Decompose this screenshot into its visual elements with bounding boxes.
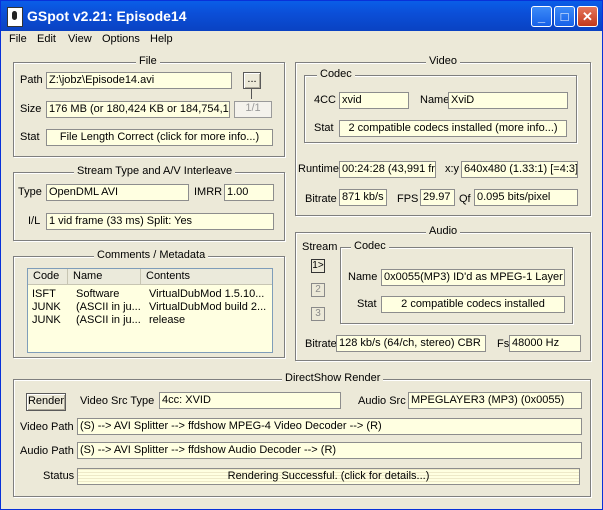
directshow-group-title: DirectShow Render xyxy=(282,372,384,384)
row-2-name[interactable]: (ASCII in ju... xyxy=(76,301,140,313)
runtime-field[interactable]: 00:24:28 (43,991 fr) xyxy=(339,161,436,178)
audio-stream-label: Stream xyxy=(302,241,338,253)
audio-stat-field[interactable]: 2 compatible codecs installed xyxy=(381,296,565,313)
xy-field[interactable]: 640x480 (1.33:1) [=4:3] xyxy=(461,161,578,178)
path-field[interactable]: Z:\jobz\Episode14.avi xyxy=(46,72,232,89)
size-label: Size xyxy=(20,103,42,115)
row-2-code[interactable]: JUNK xyxy=(32,301,66,313)
menu-view[interactable]: View xyxy=(68,33,92,45)
size-counter[interactable]: 1/1 xyxy=(234,101,272,118)
video-codec-group: Codec 4CC xvid Name XviD Stat 2 compatib… xyxy=(304,68,577,143)
row-1-name[interactable]: Software xyxy=(76,288,140,300)
maximize-button[interactable]: □ xyxy=(554,6,575,27)
qf-field[interactable]: 0.095 bits/pixel xyxy=(474,189,578,206)
minimize-button[interactable]: _ xyxy=(531,6,552,27)
type-label: Type xyxy=(18,186,42,198)
video-stat-field[interactable]: 2 compatible codecs installed (more info… xyxy=(339,120,567,137)
xy-label: x:y xyxy=(445,163,460,175)
fps-field[interactable]: 29.97 xyxy=(420,189,455,206)
runtime-label: Runtime xyxy=(298,163,339,175)
audio-path-field[interactable]: (S) --> AVI Splitter --> ffdshow Audio D… xyxy=(77,442,582,459)
audio-name-field[interactable]: 0x0055(MP3) ID'd as MPEG-1 Layer 3 xyxy=(381,269,565,286)
stream-group-title: Stream Type and A/V Interleave xyxy=(74,165,236,177)
menu-edit[interactable]: Edit xyxy=(37,33,56,45)
imrr-field[interactable]: 1.00 xyxy=(224,184,274,201)
il-field[interactable]: 1 vid frame (33 ms) Split: Yes xyxy=(46,213,274,230)
path-label: Path xyxy=(20,74,43,86)
directshow-group: DirectShow Render Render Video Src Type … xyxy=(13,372,591,497)
menu-bar: File Edit View Options Help xyxy=(1,31,602,49)
video-group: Video Codec 4CC xvid Name XviD Stat 2 co… xyxy=(295,55,591,216)
fourcc-label: 4CC xyxy=(314,94,337,106)
row-2-contents[interactable]: VirtualDubMod build 2... xyxy=(149,301,272,313)
audio-stat-label: Stat xyxy=(357,298,377,310)
video-src-type-field[interactable]: 4cc: XVID xyxy=(159,392,341,409)
metadata-list[interactable]: Code Name Contents ISFT Software Virtual… xyxy=(27,268,273,353)
row-3-contents[interactable]: release xyxy=(149,314,272,326)
audio-stream-3-button[interactable]: 3 xyxy=(311,307,325,321)
audio-src-field[interactable]: MPEGLAYER3 (MP3) (0x0055) xyxy=(408,392,582,409)
audio-path-label: Audio Path xyxy=(20,445,74,457)
row-3-code[interactable]: JUNK xyxy=(32,314,66,326)
audio-codec-title: Codec xyxy=(351,240,389,252)
audio-group-title: Audio xyxy=(426,225,461,237)
title-bar[interactable]: GSpot v2.21: Episode14 _ □ ✕ xyxy=(1,1,602,31)
stat-label: Stat xyxy=(20,131,40,143)
fourcc-field[interactable]: xvid xyxy=(339,92,409,109)
column-header-contents[interactable]: Contents xyxy=(141,269,272,285)
video-name-label: Name xyxy=(420,94,450,106)
row-3-name[interactable]: (ASCII in ju... xyxy=(76,314,140,326)
comments-group-title: Comments / Metadata xyxy=(94,249,209,261)
column-header-name[interactable]: Name xyxy=(68,269,141,285)
il-label: I/L xyxy=(28,215,41,227)
status-label: Status xyxy=(43,470,75,482)
fs-label: Fs xyxy=(497,338,510,350)
size-field[interactable]: 176 MB (or 180,424 KB or 184,754,1 xyxy=(46,101,230,118)
audio-codec-group: Codec Name 0x0055(MP3) ID'd as MPEG-1 La… xyxy=(340,240,573,324)
audio-src-label: Audio Src xyxy=(358,395,406,407)
file-stat-field[interactable]: File Length Correct (click for more info… xyxy=(46,129,273,146)
app-icon[interactable] xyxy=(7,7,23,27)
menu-file[interactable]: File xyxy=(9,33,27,45)
audio-stream-1-button[interactable]: 1> xyxy=(311,259,325,273)
menu-options[interactable]: Options xyxy=(102,33,140,45)
fs-field[interactable]: 48000 Hz xyxy=(509,335,581,352)
video-bitrate-field[interactable]: 871 kb/s xyxy=(339,189,387,206)
audio-group: Audio Stream 1> 2 3 Codec Name 0x0055(MP… xyxy=(295,225,591,361)
type-field[interactable]: OpenDML AVI xyxy=(46,184,189,201)
row-1-contents[interactable]: VirtualDubMod 1.5.10... xyxy=(149,288,272,300)
video-path-field[interactable]: (S) --> AVI Splitter --> ffdshow MPEG-4 … xyxy=(77,418,582,435)
video-codec-title: Codec xyxy=(317,68,355,80)
render-button[interactable]: Render xyxy=(26,393,66,411)
window-title: GSpot v2.21: Episode14 xyxy=(27,8,187,24)
gspot-window: GSpot v2.21: Episode14 _ □ ✕ File Edit V… xyxy=(0,0,603,510)
audio-stream-2-button[interactable]: 2 xyxy=(311,283,325,297)
browse-button[interactable]: ... xyxy=(243,72,261,89)
status-field[interactable]: Rendering Successful. (click for details… xyxy=(77,468,580,485)
row-1-code[interactable]: ISFT xyxy=(32,288,66,300)
close-button[interactable]: ✕ xyxy=(577,6,598,27)
menu-help[interactable]: Help xyxy=(150,33,173,45)
audio-name-label: Name xyxy=(348,271,378,283)
video-stat-label: Stat xyxy=(314,122,334,134)
video-bitrate-label: Bitrate xyxy=(305,193,337,205)
close-icon: ✕ xyxy=(582,9,593,24)
file-group-title: File xyxy=(136,55,160,67)
qf-label: Qf xyxy=(459,193,471,205)
connector-line xyxy=(251,89,252,99)
imrr-label: IMRR xyxy=(194,186,223,198)
video-src-type-label: Video Src Type xyxy=(80,395,155,407)
video-path-label: Video Path xyxy=(20,421,74,433)
comments-group: Comments / Metadata Code Name Contents I… xyxy=(13,249,285,358)
minimize-icon: _ xyxy=(537,9,546,24)
maximize-icon: □ xyxy=(560,9,569,24)
fps-label: FPS xyxy=(397,193,419,205)
video-group-title: Video xyxy=(426,55,460,67)
audio-bitrate-field[interactable]: 128 kb/s (64/ch, stereo) CBR xyxy=(336,335,486,352)
audio-bitrate-label: Bitrate xyxy=(305,338,337,350)
file-group: File Path Z:\jobz\Episode14.avi ... Size… xyxy=(13,55,285,157)
column-header-code[interactable]: Code xyxy=(28,269,68,285)
stream-type-group: Stream Type and A/V Interleave Type Open… xyxy=(13,165,285,241)
video-name-field[interactable]: XviD xyxy=(448,92,568,109)
